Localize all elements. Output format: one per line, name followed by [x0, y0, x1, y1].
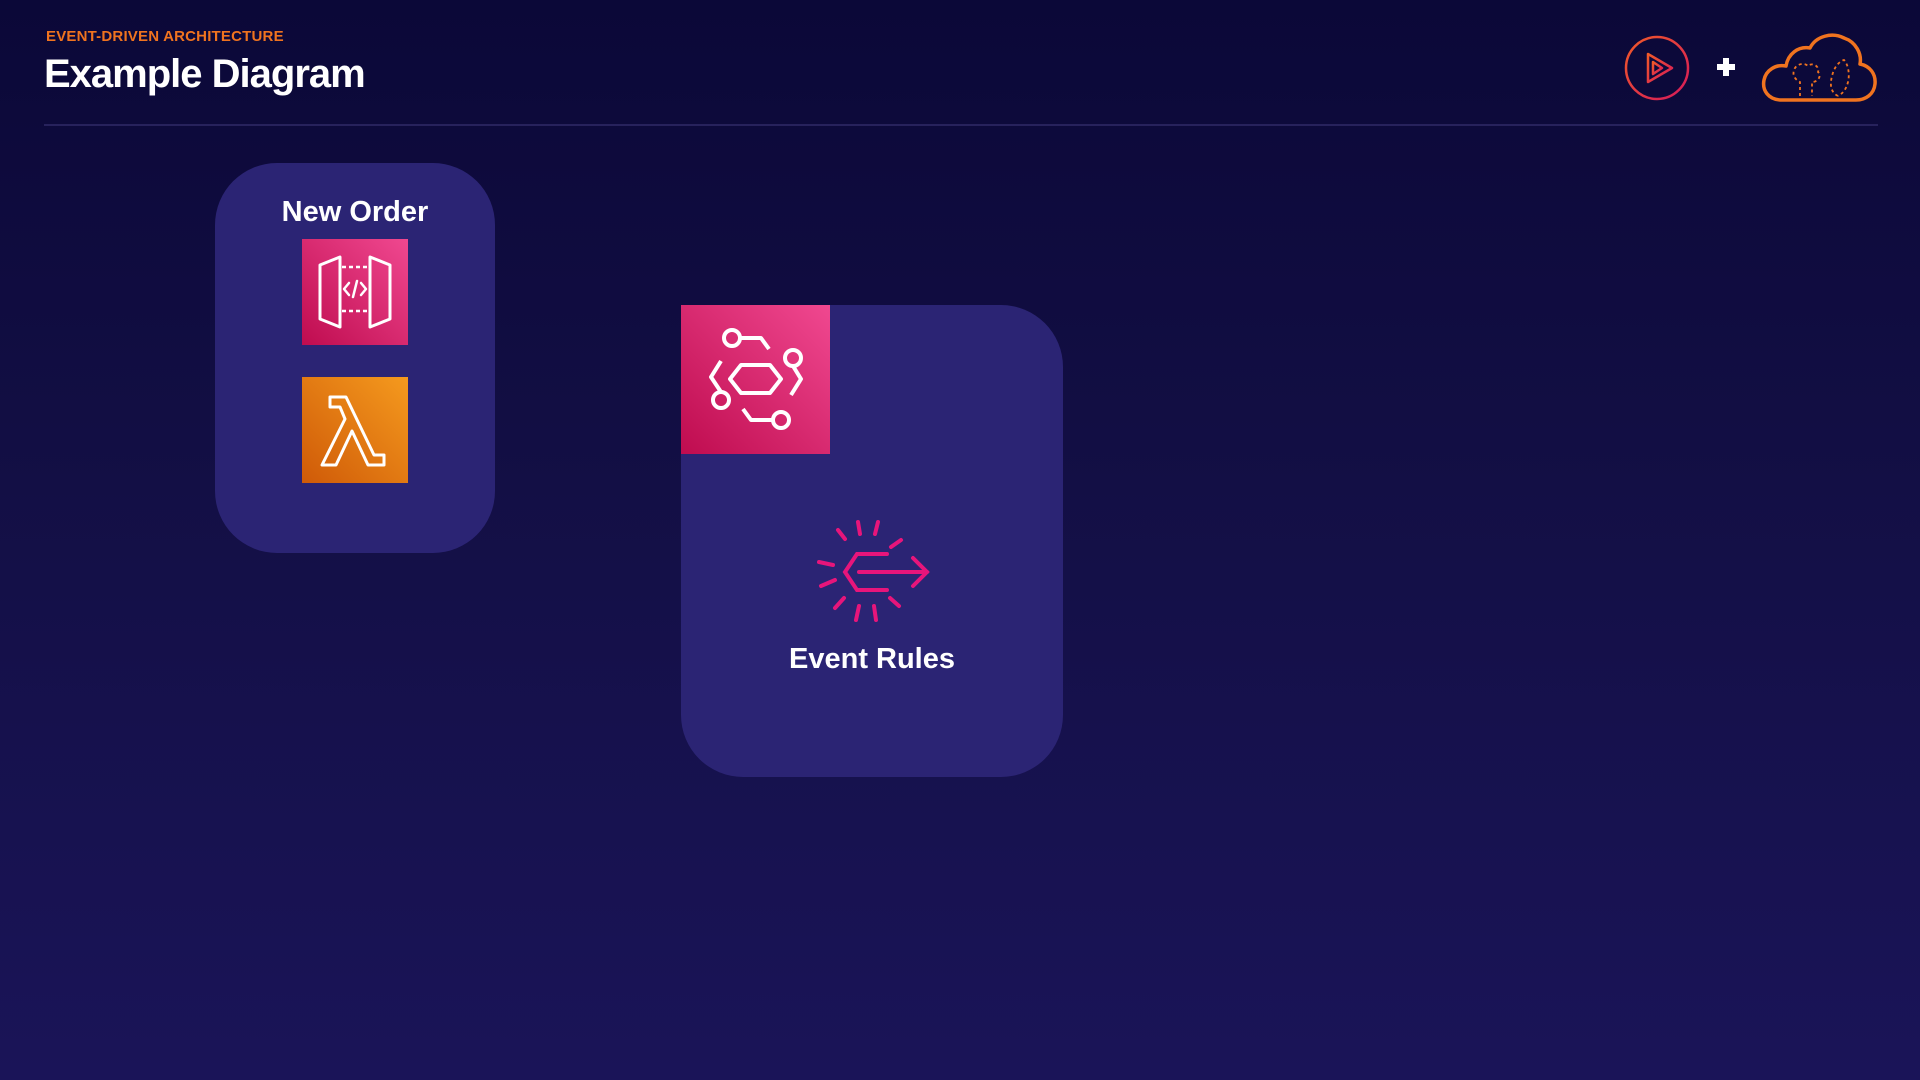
play-circle-icon [1624, 35, 1690, 101]
lambda-icon [302, 377, 408, 483]
cloud-brain-icon [1760, 30, 1878, 106]
slide-title: Example Diagram [44, 52, 366, 96]
eventbridge-icon [681, 305, 830, 454]
section-eyebrow: EVENT-DRIVEN ARCHITECTURE [46, 28, 284, 45]
event-rule-icon [811, 518, 933, 624]
group-label-new-order: New Order [281, 196, 429, 228]
group-label-event-rules: Event Rules [789, 643, 955, 675]
slide-header: EVENT-DRIVEN ARCHITECTURE Example Diagra… [44, 0, 1878, 126]
plus-icon [1715, 56, 1737, 78]
api-gateway-icon [302, 239, 408, 345]
